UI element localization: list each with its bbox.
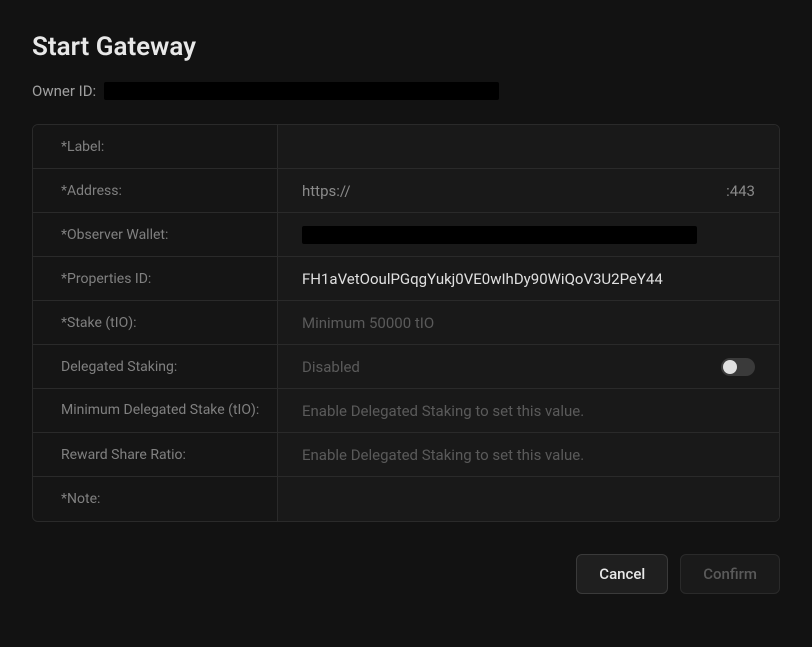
address-suffix: :443	[726, 182, 755, 200]
delegated-staking-label: Delegated Staking:	[33, 345, 278, 388]
owner-id-row: Owner ID:	[32, 82, 780, 100]
cancel-button[interactable]: Cancel	[576, 554, 668, 594]
modal-actions: Cancel Confirm	[32, 554, 780, 594]
delegated-staking-value: Disabled	[302, 358, 360, 376]
reward-share-ratio-row: Reward Share Ratio: Enable Delegated Sta…	[33, 433, 779, 477]
stake-row: *Stake (tIO):	[33, 301, 779, 345]
label-row: *Label:	[33, 125, 779, 169]
address-prefix: https://	[302, 182, 351, 200]
confirm-button[interactable]: Confirm	[680, 554, 780, 594]
address-row: *Address: https:// :443	[33, 169, 779, 213]
observer-wallet-label: *Observer Wallet:	[33, 213, 278, 256]
note-input[interactable]	[302, 490, 755, 508]
reward-share-ratio-label: Reward Share Ratio:	[33, 433, 278, 476]
min-delegated-stake-message: Enable Delegated Staking to set this val…	[302, 402, 584, 420]
note-row: *Note:	[33, 477, 779, 521]
note-label: *Note:	[33, 477, 278, 521]
start-gateway-modal: Start Gateway Owner ID: *Label: *Address…	[0, 0, 812, 647]
owner-id-label: Owner ID:	[32, 82, 96, 100]
properties-id-row: *Properties ID:	[33, 257, 779, 301]
observer-wallet-row: *Observer Wallet:	[33, 213, 779, 257]
delegated-staking-row: Delegated Staking: Disabled	[33, 345, 779, 389]
properties-id-input[interactable]	[302, 270, 755, 288]
label-input[interactable]	[302, 138, 755, 156]
delegated-staking-toggle[interactable]	[721, 358, 755, 376]
reward-share-ratio-message: Enable Delegated Staking to set this val…	[302, 446, 584, 464]
observer-wallet-value	[302, 226, 697, 244]
stake-label: *Stake (tIO):	[33, 301, 278, 344]
address-input[interactable]	[359, 182, 718, 200]
gateway-form: *Label: *Address: https:// :443 *Observe…	[32, 124, 780, 522]
label-field-label: *Label:	[33, 125, 278, 168]
owner-id-value	[104, 82, 499, 100]
toggle-knob	[723, 360, 737, 374]
min-delegated-stake-row: Minimum Delegated Stake (tIO): Enable De…	[33, 389, 779, 433]
properties-id-label: *Properties ID:	[33, 257, 278, 300]
address-field-label: *Address:	[33, 169, 278, 212]
modal-title: Start Gateway	[32, 32, 780, 62]
min-delegated-stake-label: Minimum Delegated Stake (tIO):	[33, 389, 278, 432]
stake-input[interactable]	[302, 314, 755, 332]
